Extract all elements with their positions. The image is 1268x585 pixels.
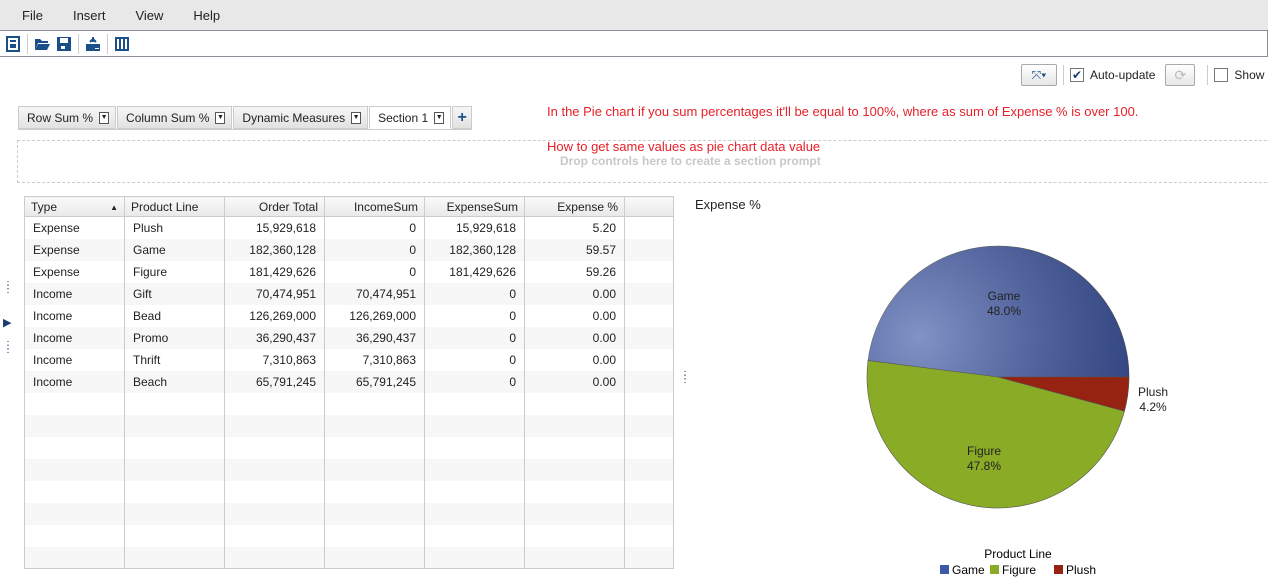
legend-entry[interactable]: Game [952, 563, 985, 577]
slice-label: 48.0% [987, 304, 1021, 318]
legend-entry[interactable]: Plush [1066, 563, 1096, 577]
slice-label: Figure [967, 444, 1001, 458]
slice-label: Plush [1138, 385, 1168, 399]
legend-entry[interactable]: Figure [1002, 563, 1036, 577]
legend-swatch [940, 565, 949, 574]
slice-label: 47.8% [967, 459, 1001, 473]
legend-swatch [1054, 565, 1063, 574]
legend-title: Product Line [984, 547, 1052, 561]
legend-swatch [990, 565, 999, 574]
slice-label: Game [988, 289, 1021, 303]
slice-label: 4.2% [1139, 400, 1167, 414]
pie-chart: Game48.0%Figure47.8%Plush4.2%Product Lin… [866, 245, 1168, 577]
